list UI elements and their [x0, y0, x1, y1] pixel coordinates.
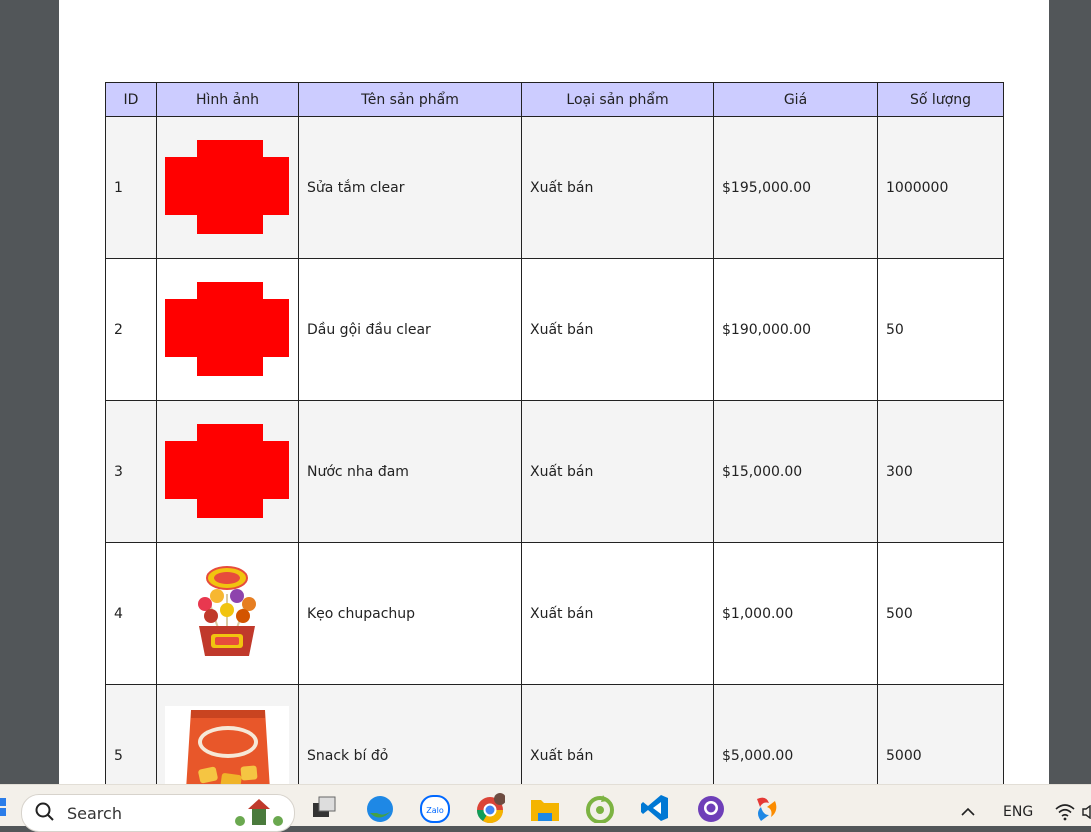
taskbar-search-box[interactable]: Search — [21, 794, 295, 832]
column-header-image: Hình ảnh — [156, 82, 299, 117]
document-page: ID Hình ảnh Tên sản phẩm Loại sản phẩm G… — [59, 0, 1049, 784]
cell-price: $195,000.00 — [713, 116, 878, 259]
table-row: 5 Snack bí đỏ Xuất bán $5,000.00 5000 — [105, 684, 1004, 784]
github-icon[interactable] — [696, 793, 726, 823]
cell-name: Nước nha đam — [298, 400, 522, 543]
missing-image-placeholder — [165, 423, 289, 518]
product-table: ID Hình ảnh Tên sản phẩm Loại sản phẩm G… — [105, 82, 1004, 784]
snack-bag-product-photo — [165, 705, 289, 784]
vscode-icon[interactable] — [640, 793, 670, 823]
cell-image — [156, 684, 299, 784]
cell-type: Xuất bán — [521, 400, 714, 543]
speaker-icon[interactable] — [1082, 805, 1091, 819]
cell-quantity: 1000000 — [877, 116, 1004, 259]
cell-image — [156, 542, 299, 685]
cell-image — [156, 400, 299, 543]
cell-id: 2 — [105, 258, 157, 401]
search-highlight-icon — [235, 799, 283, 826]
column-header-quantity: Số lượng — [877, 82, 1004, 117]
folder-icon[interactable] — [530, 793, 560, 823]
cell-name: Kẹo chupachup — [298, 542, 522, 685]
start-icon[interactable] — [0, 798, 8, 816]
table-row: 3 Nước nha đam Xuất bán $15,000.00 300 — [105, 400, 1004, 543]
cell-price: $5,000.00 — [713, 684, 878, 784]
task-view-icon[interactable] — [309, 793, 339, 823]
table-row: 2 Dầu gội đầu clear Xuất bán $190,000.00… — [105, 258, 1004, 401]
column-header-id: ID — [105, 82, 157, 117]
zalo-icon[interactable]: Zalo — [420, 793, 450, 823]
edge-icon[interactable] — [365, 793, 395, 823]
lollipop-product-photo — [198, 565, 256, 656]
taskbar: Search Zalo ENG — [0, 784, 1091, 832]
table-row: 4 Kẹo chupachup Xuất bán $1,000.00 500 — [105, 542, 1004, 685]
wifi-icon[interactable] — [1054, 803, 1076, 821]
cell-quantity: 5000 — [877, 684, 1004, 784]
cell-id: 3 — [105, 400, 157, 543]
chevron-up-icon[interactable] — [961, 807, 975, 816]
cell-quantity: 500 — [877, 542, 1004, 685]
chrome-icon[interactable] — [475, 793, 505, 823]
cell-quantity: 300 — [877, 400, 1004, 543]
table-header-row: ID Hình ảnh Tên sản phẩm Loại sản phẩm G… — [105, 82, 1004, 117]
cell-type: Xuất bán — [521, 684, 714, 784]
coccoc-icon[interactable] — [585, 793, 615, 823]
language-indicator[interactable]: ENG — [1003, 804, 1033, 820]
table-row: 1 Sửa tắm clear Xuất bán $195,000.00 100… — [105, 116, 1004, 259]
cell-quantity: 50 — [877, 258, 1004, 401]
app-icon[interactable] — [751, 793, 781, 823]
cell-price: $15,000.00 — [713, 400, 878, 543]
cell-type: Xuất bán — [521, 258, 714, 401]
column-header-price: Giá — [713, 82, 878, 117]
cell-image — [156, 258, 299, 401]
cell-type: Xuất bán — [521, 116, 714, 259]
search-icon — [35, 802, 54, 821]
missing-image-placeholder — [165, 281, 289, 376]
column-header-name: Tên sản phẩm — [298, 82, 522, 117]
cell-price: $1,000.00 — [713, 542, 878, 685]
missing-image-placeholder — [165, 139, 289, 234]
cell-type: Xuất bán — [521, 542, 714, 685]
cell-id: 5 — [105, 684, 157, 784]
cell-price: $190,000.00 — [713, 258, 878, 401]
cell-id: 1 — [105, 116, 157, 259]
column-header-type: Loại sản phẩm — [521, 82, 714, 117]
cell-name: Snack bí đỏ — [298, 684, 522, 784]
cell-id: 4 — [105, 542, 157, 685]
cell-name: Sửa tắm clear — [298, 116, 522, 259]
svg-text:Zalo: Zalo — [426, 806, 444, 815]
cell-name: Dầu gội đầu clear — [298, 258, 522, 401]
cell-image — [156, 116, 299, 259]
search-placeholder: Search — [67, 804, 122, 823]
